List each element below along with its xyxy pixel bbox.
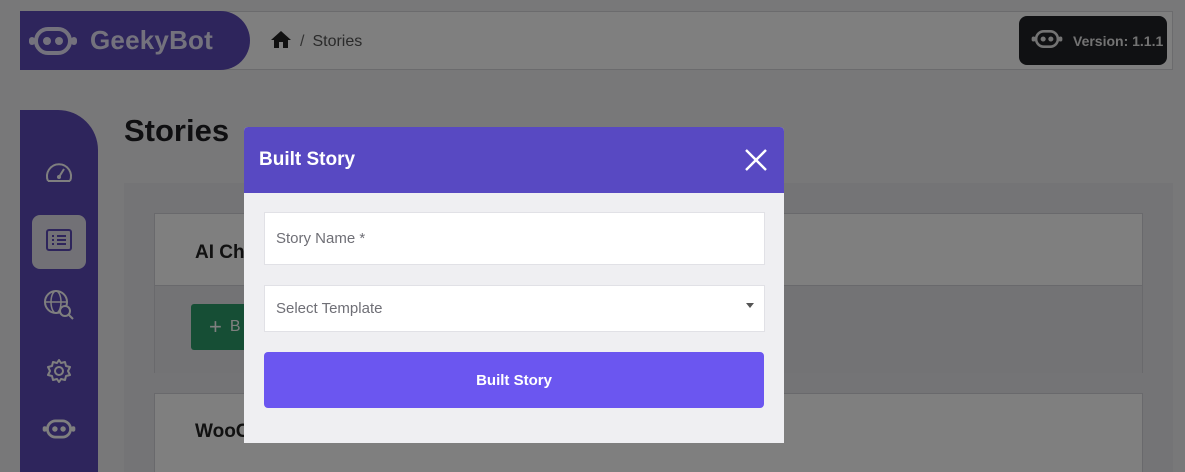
story-name-placeholder: Story Name * xyxy=(276,230,366,247)
submit-button-label: Built Story xyxy=(476,371,552,389)
story-name-input[interactable]: Story Name * xyxy=(264,212,765,265)
template-select-value: Select Template xyxy=(276,300,383,317)
caret-down-icon xyxy=(746,303,754,308)
modal-title: Built Story xyxy=(259,149,356,170)
built-story-modal: Built Story Story Name * Select Template… xyxy=(244,127,784,443)
close-icon[interactable] xyxy=(742,146,770,174)
template-select[interactable]: Select Template xyxy=(264,285,765,332)
modal-header: Built Story xyxy=(244,127,784,193)
built-story-submit-button[interactable]: Built Story xyxy=(264,352,764,408)
